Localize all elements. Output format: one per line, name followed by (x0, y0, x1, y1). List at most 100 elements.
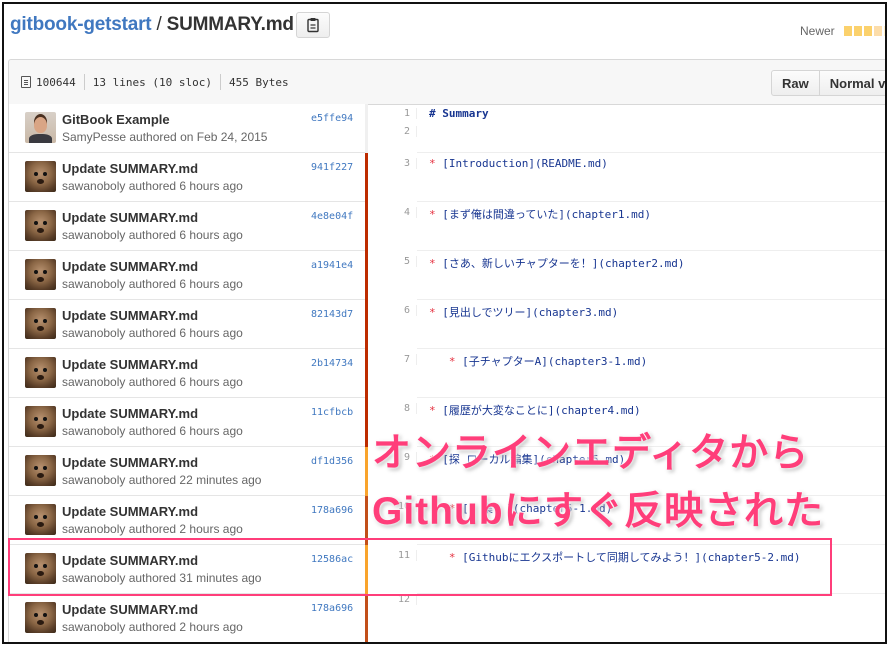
blame-commit-row[interactable]: Update SUMMARY.md sawanoboly authored 2 h… (9, 496, 365, 545)
commit-message[interactable]: Update SUMMARY.md (62, 602, 198, 617)
commit-message[interactable]: Update SUMMARY.md (62, 259, 198, 274)
avatar[interactable] (25, 308, 56, 339)
blame-commit-row[interactable]: Update SUMMARY.md sawanoboly authored 31 … (9, 545, 365, 594)
view-buttons: Raw Normal view (771, 70, 885, 96)
age-indicator (365, 594, 368, 642)
commit-message[interactable]: Update SUMMARY.md (62, 210, 198, 225)
repo-link[interactable]: gitbook-getstart (10, 14, 152, 35)
list-bullet: * (429, 157, 443, 170)
list-bullet: * (429, 404, 443, 417)
line-number[interactable]: 5 (369, 256, 417, 267)
commit-message[interactable]: Update SUMMARY.md (62, 308, 198, 323)
commit-author: sawanoboly authored 31 minutes ago (62, 571, 262, 585)
code-line: * [Githubにエクスポートして同期してみよう！](chapter5-2.m… (429, 549, 801, 565)
code-line: * [履歴が大変なことに](chapter4.md) (429, 402, 641, 418)
blame-commit-row[interactable]: Update SUMMARY.md sawanoboly authored 6 h… (9, 300, 365, 349)
line-number[interactable]: 1 (369, 108, 417, 119)
normal-view-button[interactable]: Normal view (819, 70, 885, 96)
blame-commit-row[interactable]: Update SUMMARY.md sawanoboly authored 6 h… (9, 398, 365, 447)
age-indicator (365, 300, 368, 349)
commit-author: sawanoboly authored 6 hours ago (62, 424, 243, 438)
line-number[interactable]: 2 (369, 126, 417, 137)
avatar[interactable] (25, 455, 56, 486)
clipboard-icon (307, 18, 319, 33)
blame-commit-row[interactable]: Update SUMMARY.md sawanoboly authored 2 h… (9, 594, 365, 642)
commit-sha-link[interactable]: 178a696 (311, 603, 353, 614)
commit-author: sawanoboly authored 2 hours ago (62, 620, 243, 634)
commit-message[interactable]: Update SUMMARY.md (62, 455, 198, 470)
avatar[interactable] (25, 504, 56, 535)
blame-commit-row[interactable]: Update SUMMARY.md sawanoboly authored 6 h… (9, 251, 365, 300)
age-indicator (365, 251, 368, 300)
file-name: SUMMARY.md (166, 14, 294, 35)
avatar[interactable] (25, 553, 56, 584)
commit-sha-link[interactable]: 82143d7 (311, 309, 353, 320)
blame-commit-row[interactable]: Update SUMMARY.md sawanoboly authored 22 … (9, 447, 365, 496)
code-text: [Introduction](README.md) (442, 157, 608, 170)
blame-commit-row[interactable]: Update SUMMARY.md sawanoboly authored 6 h… (9, 202, 365, 251)
age-indicator (365, 447, 368, 496)
list-bullet: * (429, 306, 443, 319)
line-number[interactable]: 3 (369, 158, 417, 169)
commit-message[interactable]: GitBook Example (62, 112, 170, 127)
commit-author: sawanoboly authored 22 minutes ago (62, 473, 262, 487)
commit-sha-link[interactable]: df1d356 (311, 456, 353, 467)
commit-sha-link[interactable]: 2b14734 (311, 358, 353, 369)
commit-message[interactable]: Update SUMMARY.md (62, 357, 198, 372)
line-number[interactable]: 11 (369, 550, 417, 561)
commit-sha-link[interactable]: 4e8e04f (311, 211, 353, 222)
list-bullet: * (448, 355, 463, 368)
code-line: * [子チャプターA](chapter3-1.md) (429, 353, 647, 369)
blame-commit-row[interactable]: GitBook Example SamyPesse authored on Feb… (9, 104, 365, 153)
line-number[interactable]: 6 (369, 305, 417, 316)
commit-sha-link[interactable]: 12586ac (311, 554, 353, 565)
commit-author: sawanoboly authored 6 hours ago (62, 375, 243, 389)
meta-divider (83, 74, 85, 90)
commit-author: sawanoboly authored 6 hours ago (62, 228, 243, 242)
avatar[interactable] (25, 210, 56, 241)
age-legend-swatch (854, 26, 862, 36)
line-number[interactable]: 4 (369, 207, 417, 218)
file-icon (21, 76, 31, 88)
raw-button[interactable]: Raw (771, 70, 820, 96)
commit-sha-link[interactable]: 11cfbcb (311, 407, 353, 418)
line-number[interactable]: 12 (369, 594, 417, 605)
meta-divider (219, 74, 221, 90)
code-line: * [さあ、新しいチャプターを！](chapter2.md) (429, 255, 684, 271)
code-line: * [見出しでツリー](chapter3.md) (429, 304, 618, 320)
list-bullet: * (448, 551, 463, 564)
code-heading: # Summary (429, 107, 489, 120)
avatar[interactable] (25, 602, 56, 633)
avatar[interactable] (25, 406, 56, 437)
annotation-line-1: オンラインエディタから (372, 432, 810, 475)
code-text: [さあ、新しいチャプターを！](chapter2.md) (442, 257, 685, 270)
commit-message[interactable]: Update SUMMARY.md (62, 406, 198, 421)
avatar[interactable] (25, 112, 56, 143)
commit-message[interactable]: Update SUMMARY.md (62, 504, 198, 519)
commit-message[interactable]: Update SUMMARY.md (62, 161, 198, 176)
line-number[interactable]: 7 (369, 354, 417, 365)
list-bullet: * (429, 208, 443, 221)
commit-sha-link[interactable]: e5ffe94 (311, 113, 353, 124)
line-count: 13 lines (10 sloc) (92, 75, 212, 89)
age-indicator (365, 202, 368, 251)
copy-path-button[interactable] (296, 12, 330, 38)
avatar[interactable] (25, 161, 56, 192)
code-line: * [Introduction](README.md) (429, 157, 608, 170)
blame-commit-row[interactable]: Update SUMMARY.md sawanoboly authored 6 h… (9, 349, 365, 398)
age-indicator (365, 545, 368, 594)
age-legend-swatch (844, 26, 852, 36)
commit-sha-link[interactable]: 941f227 (311, 162, 353, 173)
commit-sha-link[interactable]: 178a696 (311, 505, 353, 516)
commit-sha-link[interactable]: a1941e4 (311, 260, 353, 271)
commit-author: sawanoboly authored 6 hours ago (62, 326, 243, 340)
age-indicator (365, 349, 368, 398)
blame-commit-row[interactable]: Update SUMMARY.md sawanoboly authored 6 h… (9, 153, 365, 202)
line-number[interactable]: 8 (369, 403, 417, 414)
file-header: gitbook-getstart / SUMMARY.md Newer (4, 4, 885, 48)
code-block (417, 594, 885, 642)
code-text: [見出しでツリー](chapter3.md) (442, 306, 619, 319)
avatar[interactable] (25, 259, 56, 290)
commit-message[interactable]: Update SUMMARY.md (62, 553, 198, 568)
avatar[interactable] (25, 357, 56, 388)
